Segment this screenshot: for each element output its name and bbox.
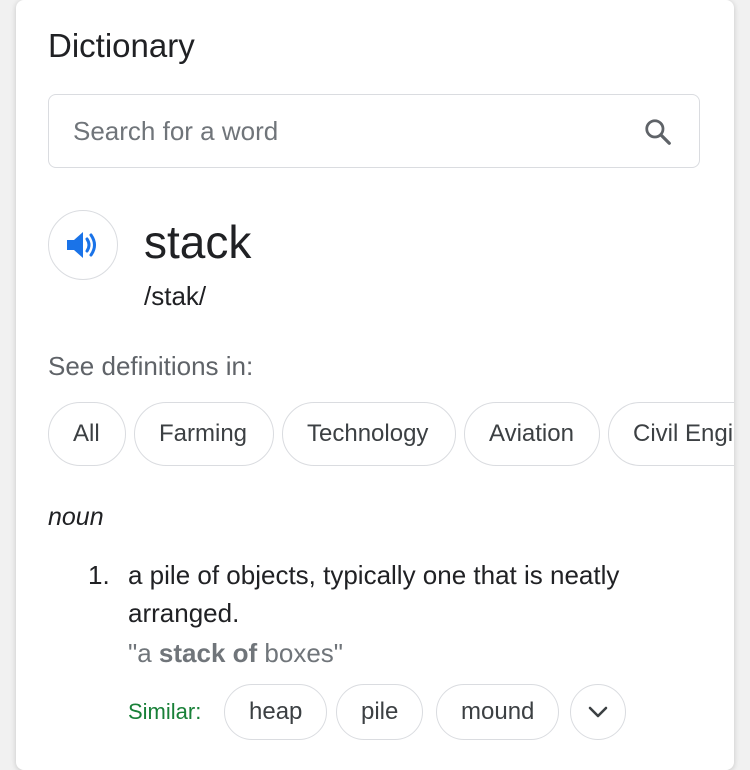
- chip-aviation[interactable]: Aviation: [464, 402, 600, 466]
- chip-farming[interactable]: Farming: [134, 402, 274, 466]
- speaker-icon: [67, 232, 96, 258]
- example-highlight: stack of: [158, 638, 258, 668]
- chip-civil-engineering[interactable]: Civil Engi: [608, 402, 734, 466]
- definition-number: 1.: [88, 560, 110, 590]
- expand-synonyms-button[interactable]: [570, 684, 626, 740]
- card-title: Dictionary: [48, 27, 195, 64]
- part-of-speech: noun: [48, 503, 104, 531]
- example-prefix: "a: [128, 638, 159, 668]
- search-icon[interactable]: [643, 117, 673, 147]
- example-suffix: boxes": [257, 638, 344, 668]
- search-input[interactable]: [73, 113, 613, 149]
- synonym-chip-heap[interactable]: heap: [224, 684, 328, 740]
- similar-label: Similar:: [128, 699, 202, 724]
- definition-text: a pile of objects, typically one that is…: [128, 560, 620, 628]
- search-box[interactable]: [48, 94, 700, 168]
- chip-all[interactable]: All: [48, 402, 126, 466]
- chevron-down-icon: [588, 706, 608, 718]
- see-definitions-label: See definitions in:: [48, 351, 254, 381]
- synonym-chip-pile[interactable]: pile: [336, 684, 424, 740]
- phonetic-spelling: /stak/: [144, 281, 207, 311]
- example-sentence: "a stack of boxes": [128, 634, 343, 672]
- headword: stack: [144, 216, 252, 268]
- pronunciation-audio-button[interactable]: [48, 210, 118, 280]
- chip-technology[interactable]: Technology: [282, 402, 456, 466]
- synonym-chip-mound[interactable]: mound: [436, 684, 560, 740]
- dictionary-card: Dictionary stack /stak/ See definitions …: [16, 0, 734, 770]
